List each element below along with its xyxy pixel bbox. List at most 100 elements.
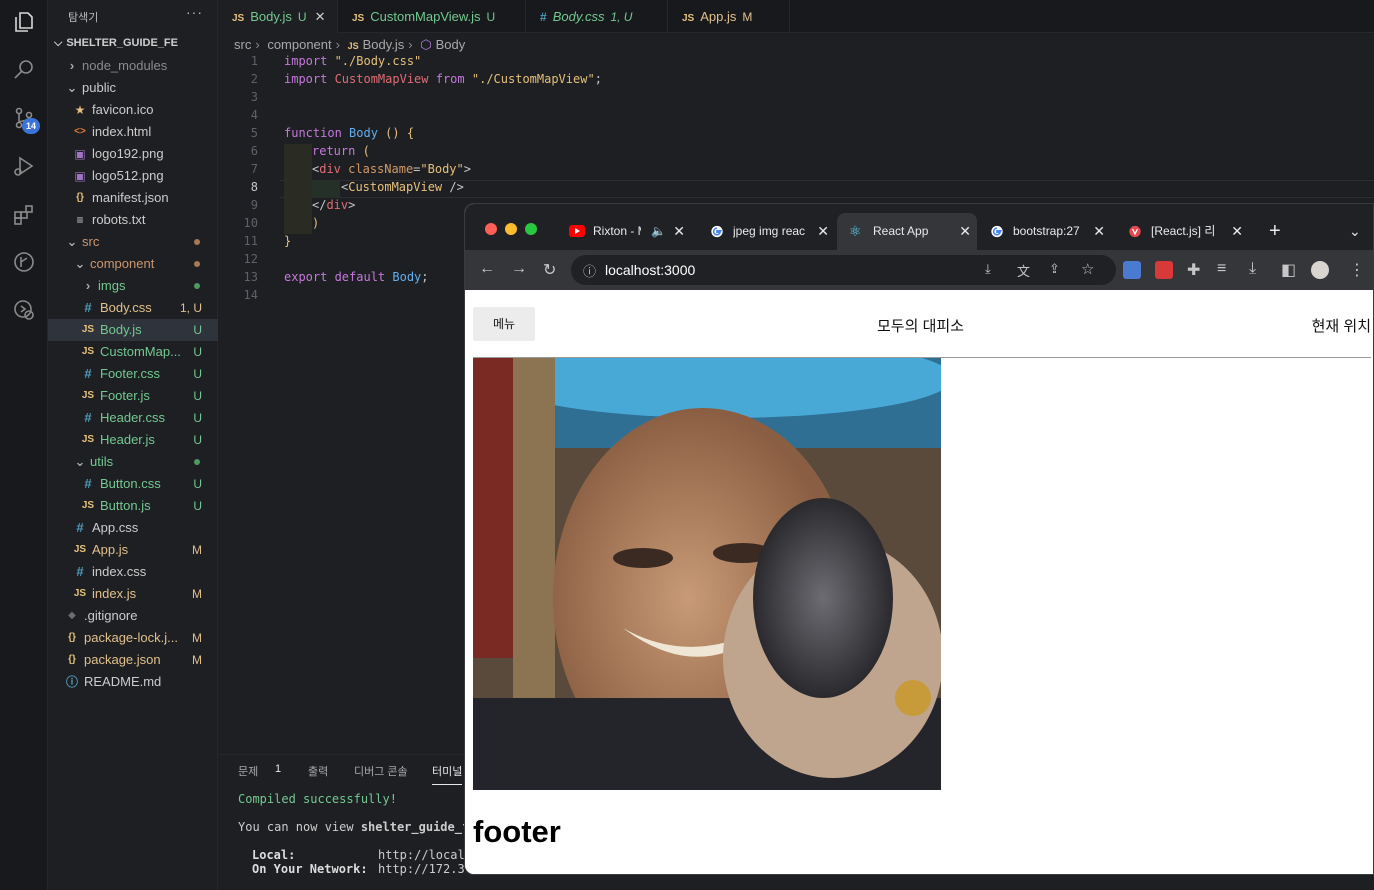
code-line-7: <div className="Body"> <box>312 162 471 176</box>
editor-tab[interactable]: JS CustomMapView.js U <box>338 0 526 33</box>
translate-icon[interactable]: 文 <box>1017 261 1030 280</box>
close-tab-icon[interactable]: ✕ <box>1231 213 1243 250</box>
tree-item[interactable]: ⌄ public <box>48 77 218 99</box>
downloads-icon[interactable]: ⤓ <box>1249 260 1256 278</box>
tree-item[interactable]: # Header.css U <box>48 407 218 429</box>
speaker-icon[interactable]: 🔈 <box>651 213 666 250</box>
tree-item[interactable]: JS CustomMap... U <box>48 341 218 363</box>
tree-item[interactable]: JS Header.js U <box>48 429 218 451</box>
browser-tab-5[interactable]: [React.js] 리액 ✕ <box>1119 213 1249 250</box>
js-file-icon: JS <box>352 13 365 24</box>
tree-item[interactable]: <> index.html <box>48 121 218 143</box>
share-icon[interactable]: ⇪ <box>1049 261 1060 277</box>
tree-item[interactable]: # Footer.css U <box>48 363 218 385</box>
tree-item[interactable]: # index.css <box>48 561 218 583</box>
explorer-icon[interactable] <box>12 10 36 34</box>
tab-search-chevron-icon[interactable]: ⌄ <box>1349 213 1365 250</box>
bookmark-star-icon[interactable]: ☆ <box>1081 260 1094 278</box>
code-line-8: <CustomMapView /> <box>341 180 464 194</box>
forward-icon[interactable]: → <box>511 260 527 278</box>
tree-item[interactable]: JS App.js M <box>48 539 218 561</box>
tree-item[interactable]: ⌄ utils <box>48 451 218 473</box>
install-app-icon[interactable]: ⤓ <box>985 261 991 277</box>
editor-tab[interactable]: JS App.js M <box>668 0 790 33</box>
remote-explorer-icon[interactable] <box>12 298 36 322</box>
google-translate-extension-icon[interactable] <box>1123 261 1141 279</box>
git-icon: ◆ <box>68 610 76 621</box>
tree-item[interactable]: JS index.js M <box>48 583 218 605</box>
code-line-10: ) <box>312 216 320 230</box>
tree-item[interactable]: ≡ robots.txt <box>48 209 218 231</box>
run-debug-icon[interactable] <box>12 154 36 178</box>
reload-icon[interactable]: ↻ <box>543 260 556 280</box>
browser-tab-1[interactable]: Rixton - M 🔈 ✕ <box>561 213 691 250</box>
media-control-icon[interactable]: ≡ <box>1217 260 1226 278</box>
tree-item[interactable]: JS Body.js U <box>48 319 218 341</box>
tree-item[interactable]: # App.css <box>48 517 218 539</box>
tab-terminal[interactable]: 터미널 <box>432 763 463 785</box>
close-window-button[interactable] <box>485 223 497 235</box>
tree-item[interactable]: {} package.json M <box>48 649 218 671</box>
explorer-more-button[interactable]: ··· <box>186 4 203 20</box>
css-file-icon: # <box>84 476 92 491</box>
maximize-window-button[interactable] <box>525 223 537 235</box>
git-graph-icon[interactable] <box>12 250 36 274</box>
tree-item[interactable]: ⓘ README.md <box>48 671 218 693</box>
git-status-badge: U <box>193 411 202 425</box>
close-tab-icon[interactable]: ✕ <box>817 213 829 250</box>
minimize-window-button[interactable] <box>505 223 517 235</box>
tree-item[interactable]: › imgs <box>48 275 218 297</box>
search-icon[interactable] <box>12 57 36 81</box>
breadcrumb-file[interactable]: Body.js <box>363 37 405 52</box>
extensions-puzzle-icon[interactable]: ✚ <box>1187 260 1200 280</box>
tree-item[interactable]: ▣ logo512.png <box>48 165 218 187</box>
browser-tab-2[interactable]: jpeg img reac ✕ <box>701 213 835 250</box>
tree-item[interactable]: ▣ logo192.png <box>48 143 218 165</box>
editor-tab[interactable]: # Body.css 1, U <box>526 0 668 33</box>
extension-red-icon[interactable] <box>1155 261 1173 279</box>
tree-item[interactable]: ◆ .gitignore <box>48 605 218 627</box>
project-folder-header[interactable]: ⌵ SHELTER_GUIDE_FE <box>54 37 178 50</box>
editor-tab[interactable]: JS Body.js U ✕ <box>218 0 338 33</box>
tree-item[interactable]: ⌄ src <box>48 231 218 253</box>
tree-item[interactable]: {} package-lock.j... M <box>48 627 218 649</box>
symbol-cube-icon: ⬡ <box>420 37 432 52</box>
terminal-local-url[interactable]: http://local <box>378 848 465 862</box>
tree-item[interactable]: ⌄ component <box>48 253 218 275</box>
browser-tab-4[interactable]: bootstrap:27 ✕ <box>979 213 1111 250</box>
menu-button[interactable]: 메뉴 <box>473 307 535 341</box>
css-file-icon: # <box>84 410 92 425</box>
close-tab-icon[interactable]: ✕ <box>1093 213 1105 250</box>
git-status-badge: U <box>193 345 202 359</box>
tree-item[interactable]: JS Button.js U <box>48 495 218 517</box>
breadcrumb-component[interactable]: component <box>267 37 331 52</box>
close-tab-icon[interactable]: ✕ <box>315 9 326 24</box>
image-file-icon: ▣ <box>74 147 86 161</box>
extensions-icon[interactable] <box>12 203 36 227</box>
new-tab-button[interactable]: + <box>1269 213 1289 250</box>
tab-output[interactable]: 출력 <box>308 763 328 779</box>
chrome-menu-icon[interactable]: ⋮ <box>1349 260 1365 280</box>
tab-debug-console[interactable]: 디버그 콘솔 <box>354 763 408 779</box>
close-tab-icon[interactable]: ✕ <box>673 213 685 250</box>
close-tab-icon[interactable]: ✕ <box>959 213 971 250</box>
address-bar[interactable]: ⓘ localhost:3000 ⤓ 文 ⇪ ☆ <box>571 255 1116 285</box>
profile-avatar[interactable] <box>1311 261 1329 279</box>
breadcrumb-symbol[interactable]: Body <box>436 37 466 52</box>
current-location-button[interactable]: 현재 위치 <box>1312 315 1371 336</box>
line-number: 9 <box>250 198 258 212</box>
tree-item[interactable]: # Button.css U <box>48 473 218 495</box>
tree-item[interactable]: {} manifest.json <box>48 187 218 209</box>
browser-tab-3-active[interactable]: ⚛ React App ✕ <box>837 213 977 250</box>
terminal-network-url[interactable]: http://172.3 <box>378 862 465 876</box>
tree-item[interactable]: ★ favicon.ico <box>48 99 218 121</box>
tree-item[interactable]: › node_modules <box>48 55 218 77</box>
tab-problems[interactable]: 문제 <box>238 763 258 779</box>
tree-item[interactable]: # Body.css 1, U <box>48 297 218 319</box>
side-panel-icon[interactable]: ◧ <box>1281 260 1296 280</box>
breadcrumb-src[interactable]: src <box>234 37 251 52</box>
tree-item[interactable]: JS Footer.js U <box>48 385 218 407</box>
info-icon[interactable]: ⓘ <box>583 261 596 280</box>
url-text[interactable]: localhost:3000 <box>605 262 695 278</box>
back-icon[interactable]: ← <box>479 260 495 278</box>
